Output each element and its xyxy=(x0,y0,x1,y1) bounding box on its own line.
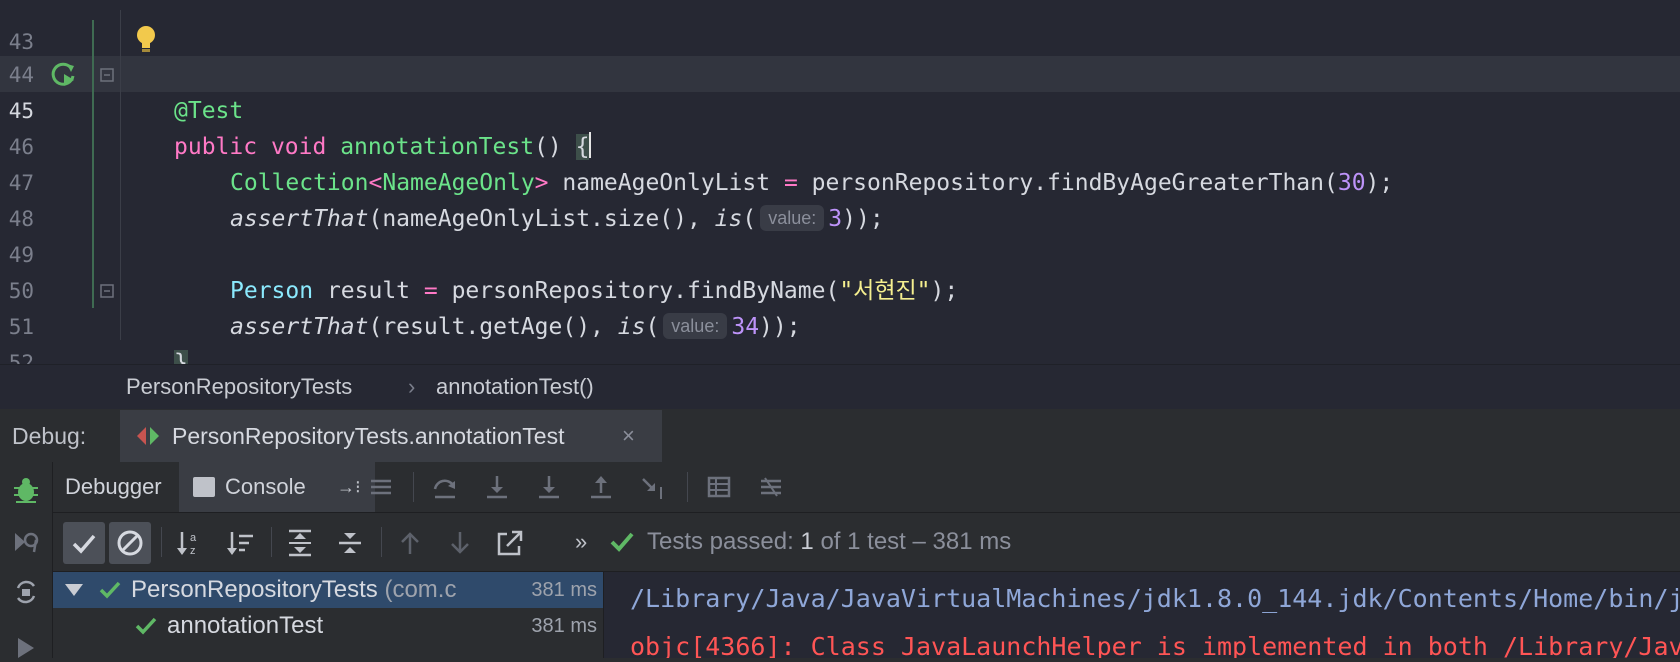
tab-debugger[interactable]: Debugger xyxy=(53,462,189,512)
tree-row-test[interactable]: annotationTest 381 ms xyxy=(53,608,603,644)
check-icon xyxy=(99,581,121,599)
console-line-error: objc[4366]: Class JavaLaunchHelper is im… xyxy=(630,632,1680,658)
code-line: 47 assertThat(nameAgeOnlyList.size(), is… xyxy=(0,129,1680,232)
suite-label: PersonRepositoryTests xyxy=(131,576,378,603)
force-step-into-icon[interactable] xyxy=(535,473,563,501)
cancel-icon xyxy=(117,530,143,556)
debug-tool-window-header: Debug: PersonRepositoryTests.annotationT… xyxy=(0,410,1680,463)
sort-duration-icon[interactable] xyxy=(225,528,255,558)
debug-side-toolbar xyxy=(0,462,53,658)
suite-package: (com.c xyxy=(377,576,457,603)
code-line: 52 } xyxy=(0,309,1680,364)
status-total: of 1 test – 381 ms xyxy=(813,528,1012,555)
collapse-all-icon[interactable] xyxy=(335,528,365,558)
suite-duration: 381 ms xyxy=(531,579,597,601)
debug-session-tab[interactable]: PersonRepositoryTests.annotationTest × xyxy=(120,410,662,462)
debug-session-title: PersonRepositoryTests.annotationTest xyxy=(172,423,565,449)
sort-alpha-icon[interactable]: a z xyxy=(175,528,205,558)
menu-icon[interactable] xyxy=(367,473,395,501)
check-icon xyxy=(135,617,157,635)
tree-row-suite[interactable]: PersonRepositoryTests (com.c 381 ms xyxy=(53,572,603,608)
debugger-toolbar: Debugger Console →⁝ xyxy=(53,462,1680,513)
test-runner-toolbar: a z » Tests passed: 1 of 1 test – 381 ms xyxy=(53,513,1680,572)
suite-name: PersonRepositoryTests (com.c xyxy=(131,572,456,608)
debug-label: Debug: xyxy=(12,423,87,449)
check-icon xyxy=(610,532,634,552)
tab-console-label: Console xyxy=(225,474,306,499)
trace-stream-icon[interactable] xyxy=(757,473,785,501)
code-line: 53 xyxy=(0,345,1680,364)
tab-console[interactable]: Console →⁝ xyxy=(179,462,375,512)
status-prefix: Tests passed: xyxy=(647,528,801,555)
run-to-cursor-icon[interactable] xyxy=(639,473,667,501)
resume-program-icon[interactable] xyxy=(12,528,40,556)
test-run-config-icon xyxy=(137,427,159,445)
console-line: /Library/Java/JavaVirtualMachines/jdk1.8… xyxy=(630,584,1680,613)
arrow-up-icon[interactable] xyxy=(395,528,425,558)
code-line: 44 @Test xyxy=(0,21,1680,124)
test-status: Tests passed: 1 of 1 test – 381 ms xyxy=(647,513,1011,571)
test-results-tree: PersonRepositoryTests (com.c 381 ms anno… xyxy=(53,572,604,658)
svg-text:a: a xyxy=(190,532,197,544)
check-icon xyxy=(72,534,96,554)
test-duration: 381 ms xyxy=(531,615,597,637)
expand-toggle-icon[interactable] xyxy=(65,584,83,596)
close-tab-icon[interactable]: × xyxy=(622,423,635,449)
show-passed-button[interactable] xyxy=(63,522,105,564)
code-line-current: 45 public void annotationTest() { xyxy=(0,57,1680,160)
breadcrumb-method[interactable]: annotationTest() xyxy=(436,365,594,409)
restart-icon[interactable] xyxy=(12,578,40,606)
test-name: annotationTest xyxy=(167,612,324,639)
code-line: 49 Person result = personRepository.find… xyxy=(0,201,1680,304)
breadcrumb-class[interactable]: PersonRepositoryTests xyxy=(126,365,352,409)
step-out-icon[interactable] xyxy=(587,473,615,501)
step-over-icon[interactable] xyxy=(431,473,459,501)
bug-icon[interactable] xyxy=(12,476,40,504)
export-icon[interactable] xyxy=(495,528,525,558)
expand-all-icon[interactable] xyxy=(285,528,315,558)
code-line: 51 } xyxy=(0,273,1680,364)
arrow-down-icon[interactable] xyxy=(445,528,475,558)
code-line: 50 assertThat(result.getAge(), is(value:… xyxy=(0,237,1680,340)
breadcrumb: PersonRepositoryTests › annotationTest() xyxy=(0,364,1680,409)
step-into-icon[interactable] xyxy=(483,473,511,501)
restore-layout-icon[interactable]: →⁝ xyxy=(337,462,361,512)
more-actions-button[interactable]: » xyxy=(575,513,587,571)
breadcrumb-separator: › xyxy=(408,374,416,399)
svg-text:z: z xyxy=(190,545,196,557)
console-output[interactable]: /Library/Java/JavaVirtualMachines/jdk1.8… xyxy=(604,572,1680,658)
show-ignored-button[interactable] xyxy=(109,522,151,564)
code-line: 48 xyxy=(0,165,1680,231)
code-line: 46 Collection<NameAgeOnly> nameAgeOnlyLi… xyxy=(0,93,1680,196)
console-icon xyxy=(193,477,215,497)
code-editor[interactable]: 43 44 @Test 45 public void annotationTes… xyxy=(0,0,1680,364)
evaluate-expression-icon[interactable] xyxy=(705,473,733,501)
status-passed-count: 1 xyxy=(800,528,814,555)
